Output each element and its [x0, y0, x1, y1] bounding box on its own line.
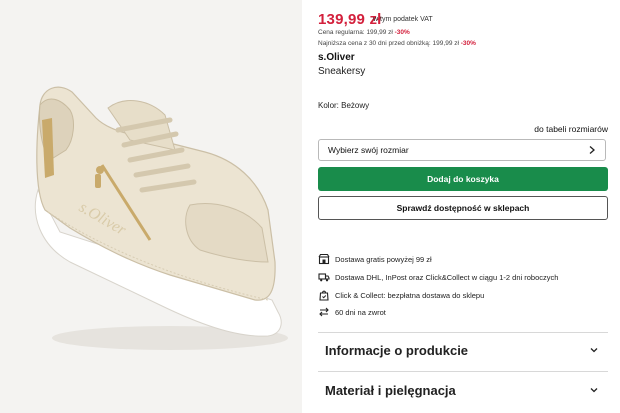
- benefit-row: Dostawa DHL, InPost oraz Click&Collect w…: [318, 271, 558, 283]
- divider: [318, 371, 608, 372]
- chevron-right-icon: [589, 146, 595, 154]
- benefit-row: 60 dni na zwrot: [318, 306, 386, 318]
- accordion-label: Materiał i pielęgnacja: [325, 382, 456, 398]
- regular-discount: -30%: [394, 29, 410, 36]
- color-label: Kolor:: [318, 101, 339, 110]
- add-to-cart-button[interactable]: Dodaj do koszyka: [318, 167, 608, 191]
- product-details: 139,99 zł w tym podatek VAT Cena regular…: [318, 0, 608, 413]
- vat-note: w tym podatek VAT: [373, 16, 433, 23]
- benefit-row: Dostawa gratis powyżej 99 zł: [318, 253, 432, 265]
- check-availability-button[interactable]: Sprawdź dostępność w sklepach: [318, 196, 608, 220]
- color-value: Beżowy: [341, 101, 370, 110]
- benefit-text: 60 dni na zwrot: [335, 307, 386, 317]
- brand-link[interactable]: s.Oliver: [318, 52, 355, 63]
- benefit-row: Click & Collect: bezpłatna dostawa do sk…: [318, 289, 484, 301]
- size-select[interactable]: Wybierz swój rozmiar: [318, 139, 606, 161]
- price: 139,99 zł: [318, 11, 382, 28]
- lowest-discount: -30%: [460, 40, 476, 47]
- accordion-material-care[interactable]: Materiał i pielęgnacja: [318, 373, 608, 407]
- lowest-price: Najniższa cena z 30 dni przed obniżką: 1…: [318, 40, 476, 47]
- accordion-product-info[interactable]: Informacje o produkcie: [318, 333, 608, 367]
- chevron-down-icon: [590, 348, 598, 353]
- regular-price: Cena regularna: 199,99 zł -30%: [318, 29, 410, 36]
- benefit-text: Click & Collect: bezpłatna dostawa do sk…: [335, 290, 485, 300]
- size-select-placeholder: Wybierz swój rozmiar: [328, 145, 409, 155]
- return-arrows-icon: [319, 307, 329, 317]
- product-image[interactable]: s.Oliver: [0, 0, 302, 413]
- lowest-price-value: 199,99 zł: [432, 40, 459, 47]
- size-table-link[interactable]: do tabeli rozmiarów: [534, 124, 608, 134]
- chevron-down-icon: [590, 388, 598, 393]
- benefit-text: Dostawa DHL, InPost oraz Click&Collect w…: [335, 272, 559, 282]
- benefit-text: Dostawa gratis powyżej 99 zł: [335, 254, 432, 264]
- store-icon: [318, 253, 330, 265]
- truck-icon: [318, 273, 330, 282]
- lowest-price-label: Najniższa cena z 30 dni przed obniżką:: [318, 40, 431, 47]
- color-info: Kolor: Beżowy: [318, 101, 369, 110]
- product-type: Sneakersy: [318, 66, 366, 77]
- regular-price-label: Cena regularna:: [318, 29, 365, 36]
- regular-price-value: 199,99 zł: [366, 29, 393, 36]
- sneaker-illustration: s.Oliver: [34, 86, 288, 350]
- bag-click-collect-icon: [319, 290, 329, 301]
- accordion-label: Informacje o produkcie: [325, 342, 469, 358]
